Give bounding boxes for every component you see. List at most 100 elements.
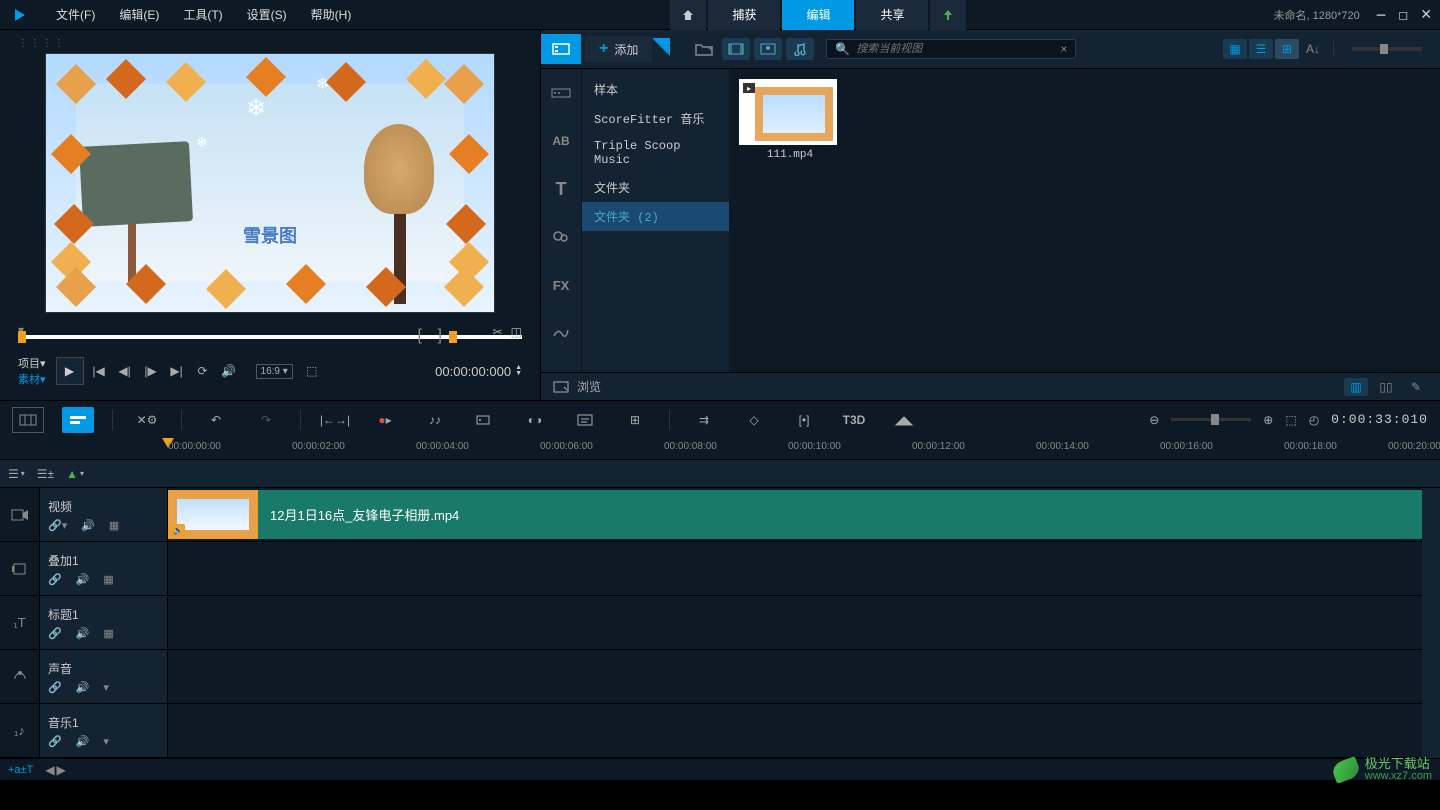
timeline-ruler[interactable]: 00:00:00:00 00:00:02:00 00:00:04:00 00:0… xyxy=(0,438,1440,460)
track-visibility-icon[interactable]: ▦ xyxy=(109,519,119,532)
add-media-button[interactable]: + 添加 xyxy=(585,36,652,62)
upload-button[interactable] xyxy=(930,0,966,30)
horizontal-scroll-controls[interactable]: ◀ ▶ xyxy=(45,763,65,777)
track-options-2-button[interactable]: ☰± xyxy=(37,467,54,481)
sidebar-titles-icon[interactable]: AB xyxy=(541,117,581,165)
zoom-in-icon[interactable]: ⊕ xyxy=(1263,413,1273,427)
goto-end-button[interactable]: ▶| xyxy=(166,360,188,382)
track-link-icon[interactable]: 🔗 xyxy=(48,681,62,694)
track-voice-content[interactable] xyxy=(168,650,1422,703)
track-link-icon[interactable]: 🔗 xyxy=(48,627,62,640)
menu-settings[interactable]: 设置(S) xyxy=(235,6,299,23)
fit-timeline-icon[interactable]: ⬚ xyxy=(1285,413,1296,427)
preview-grip[interactable]: ⋮⋮⋮⋮ xyxy=(18,38,522,49)
auto-music-button[interactable] xyxy=(469,407,501,433)
add-marker-button[interactable]: ▲▾ xyxy=(66,467,84,481)
sidebar-text-icon[interactable]: T xyxy=(541,165,581,213)
filter-video-icon[interactable] xyxy=(722,38,750,60)
media-thumbnail[interactable]: ▸ 111.mp4 xyxy=(739,79,841,161)
tab-share[interactable]: 共享 xyxy=(856,0,928,30)
preview-timecode[interactable]: 00:00:00:000 ▲▼ xyxy=(435,364,522,379)
track-overlay-icon[interactable] xyxy=(0,542,40,595)
library-media-tab[interactable] xyxy=(541,34,581,64)
track-mute-icon[interactable]: 🔊 xyxy=(76,573,90,586)
timeline-timecode[interactable]: 0:00:33:010 xyxy=(1331,412,1428,427)
track-video-content[interactable]: 🔊 12月1日16点_友锋电子相册.mp4 xyxy=(168,488,1422,541)
filter-photo-icon[interactable] xyxy=(754,38,782,60)
track-mute-icon[interactable]: 🔊 xyxy=(76,735,90,748)
maximize-button[interactable]: ◻ xyxy=(1398,8,1408,22)
track-title-content[interactable] xyxy=(168,596,1422,649)
motion-tracking-button[interactable]: ◇ xyxy=(738,407,770,433)
next-frame-button[interactable]: |▶ xyxy=(140,360,162,382)
track-link-icon[interactable]: 🔗 xyxy=(48,735,62,748)
track-mute-icon[interactable]: 🔊 xyxy=(81,519,95,532)
stabilize-button[interactable]: [•] xyxy=(788,407,820,433)
goto-start-button[interactable]: |◀ xyxy=(88,360,110,382)
tree-item-samples[interactable]: 样本 xyxy=(582,75,729,104)
volume-button[interactable]: 🔊 xyxy=(218,360,240,382)
mark-out-handle[interactable] xyxy=(449,331,457,343)
search-input[interactable] xyxy=(856,43,1060,55)
project-mode-label[interactable]: 项目▾ xyxy=(18,355,46,371)
cut-icon[interactable]: ✂ xyxy=(493,325,503,339)
tools-button[interactable]: ✕⚙ xyxy=(131,407,163,433)
import-folder-icon[interactable]: + xyxy=(690,38,718,60)
pin-icon[interactable] xyxy=(652,38,670,56)
tab-edit[interactable]: 编辑 xyxy=(782,0,854,30)
timeline-settings-icon[interactable]: ◴ xyxy=(1309,413,1319,427)
aspect-ratio-selector[interactable]: 16:9 ▾ xyxy=(256,364,293,379)
view-list-icon[interactable]: ☰ xyxy=(1249,39,1273,59)
audio-mixer-button[interactable]: ♪♪ xyxy=(419,407,451,433)
filter-audio-icon[interactable] xyxy=(786,38,814,60)
preview-scrubber[interactable]: ▾ [ ] ✂ ◫ xyxy=(18,323,522,343)
track-title-icon[interactable]: ₁T xyxy=(0,596,40,649)
track-options-icon[interactable]: ▾ xyxy=(103,735,109,748)
view-grid-large-icon[interactable]: ▦ xyxy=(1223,39,1247,59)
clear-search-icon[interactable]: × xyxy=(1060,42,1067,56)
view-grid-small-icon[interactable]: ⊞ xyxy=(1275,39,1299,59)
scroll-left-icon[interactable]: ◀ xyxy=(45,763,54,777)
add-track-button[interactable]: +a±T xyxy=(8,764,33,776)
sidebar-paths-icon[interactable] xyxy=(541,309,581,357)
undo-button[interactable]: ↶ xyxy=(200,407,232,433)
play-button[interactable]: ▶ xyxy=(56,357,84,385)
track-options-icon[interactable]: ▾ xyxy=(103,681,109,694)
timeline-view-button[interactable] xyxy=(62,407,94,433)
3d-title-button[interactable]: T3D xyxy=(838,407,870,433)
bracket-out-icon[interactable]: ] xyxy=(438,327,442,345)
tree-item-folder-2[interactable]: 文件夹 (2) xyxy=(582,202,729,231)
minimize-button[interactable]: − xyxy=(1376,10,1387,20)
track-music-content[interactable] xyxy=(168,704,1422,757)
record-button[interactable]: ●▸ xyxy=(369,407,401,433)
storyboard-view-button[interactable] xyxy=(12,407,44,433)
video-clip[interactable]: 🔊 12月1日16点_友锋电子相册.mp4 xyxy=(168,490,1422,539)
tree-item-scorefitter[interactable]: ScoreFitter 音乐 xyxy=(582,104,729,133)
sidebar-transitions-icon[interactable] xyxy=(541,69,581,117)
sort-button[interactable]: A↓ xyxy=(1301,39,1325,59)
track-options-1-button[interactable]: ☰▾ xyxy=(8,467,25,481)
sidebar-fx-icon[interactable]: FX xyxy=(541,261,581,309)
tree-item-triplescoop[interactable]: Triple Scoop Music xyxy=(582,133,729,173)
track-link-icon[interactable]: 🔗▾ xyxy=(48,519,67,532)
bracket-in-icon[interactable]: [ xyxy=(418,327,422,345)
track-voice-icon[interactable] xyxy=(0,650,40,703)
loop-button[interactable]: ⟳ xyxy=(192,360,214,382)
track-mute-icon[interactable]: 🔊 xyxy=(76,627,90,640)
timeline-vertical-scrollbar[interactable] xyxy=(1422,488,1440,758)
library-content[interactable]: ▸ 111.mp4 xyxy=(729,69,1440,372)
mask-button[interactable]: ◢◣ xyxy=(888,407,920,433)
menu-file[interactable]: 文件(F) xyxy=(44,6,107,23)
multi-trim-button[interactable]: ◐◑ xyxy=(519,407,551,433)
track-visibility-icon[interactable]: ▦ xyxy=(103,627,113,640)
browse-label[interactable]: 浏览 xyxy=(577,378,601,395)
zoom-out-icon[interactable]: ⊖ xyxy=(1149,413,1159,427)
mark-in-handle[interactable] xyxy=(18,331,26,343)
track-mute-icon[interactable]: 🔊 xyxy=(76,681,90,694)
home-button[interactable] xyxy=(670,0,706,30)
trim-button[interactable]: |←→| xyxy=(319,407,351,433)
close-button[interactable]: ✕ xyxy=(1420,6,1432,23)
clip-mode-label[interactable]: 素材▾ xyxy=(18,371,46,387)
redo-button[interactable]: ↷ xyxy=(250,407,282,433)
tree-item-folder[interactable]: 文件夹 xyxy=(582,173,729,202)
